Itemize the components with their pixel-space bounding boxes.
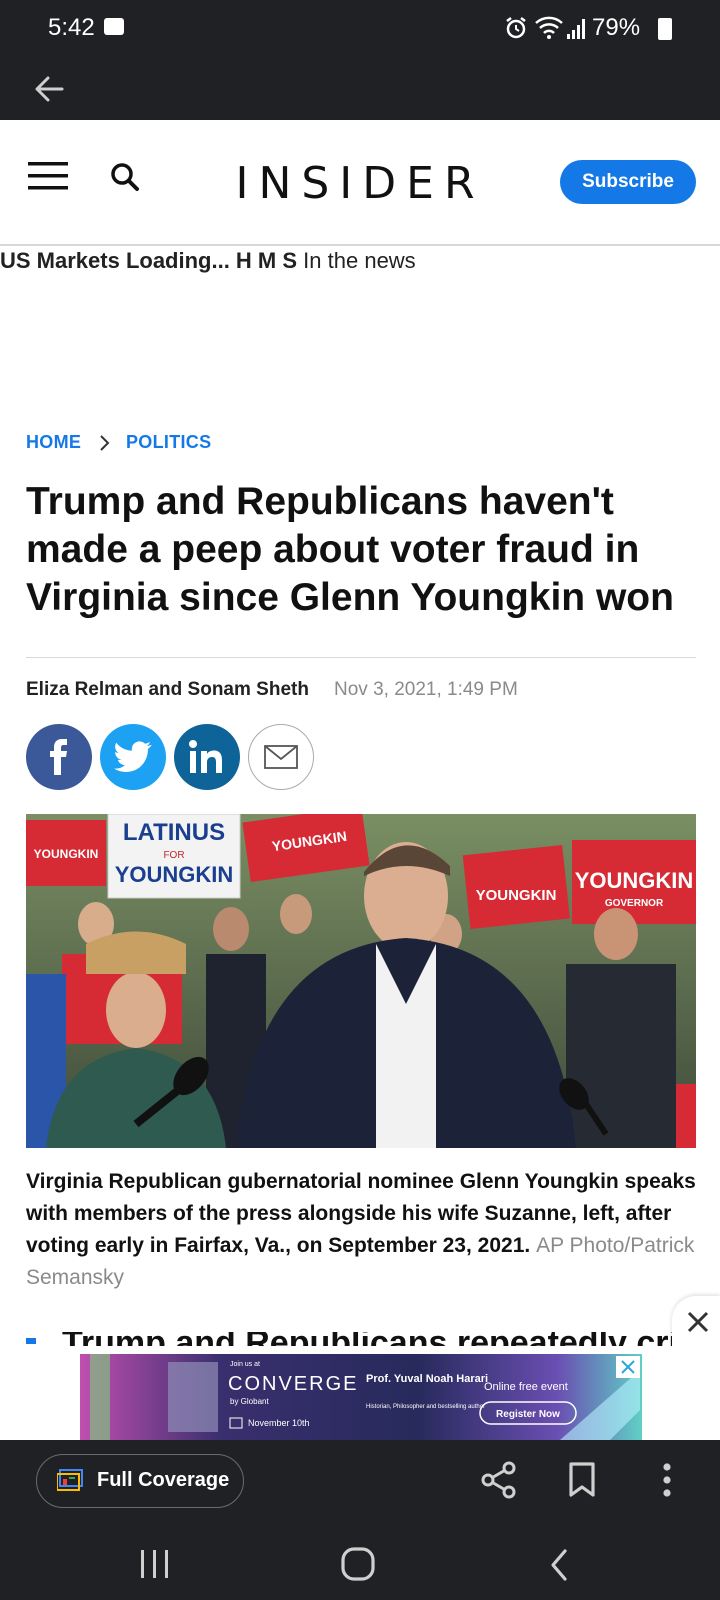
article-photo: LATINUS FOR YOUNGKIN YOUNGKIN GOVERNOR Y… [26, 814, 696, 1148]
battery-icon [658, 18, 672, 40]
ad-join-text: Join us at [230, 1361, 260, 1368]
article-date: Nov 3, 2021, 1:49 PM [334, 679, 518, 700]
home-icon[interactable] [340, 1546, 376, 1582]
ad-speaker: Prof. Yuval Noah Harari [366, 1373, 488, 1385]
markets-status: US Markets Loading... H M S [0, 248, 298, 273]
more-options-icon[interactable] [660, 1462, 674, 1498]
facebook-icon [50, 739, 67, 775]
bullet-marker [26, 1338, 36, 1344]
wifi-icon [535, 16, 563, 39]
divider [26, 657, 696, 658]
ad-event: Online free event [484, 1381, 568, 1393]
system-nav-bar [0, 1526, 720, 1600]
bottom-action-bar: Full Coverage [0, 1440, 720, 1526]
back-nav-icon[interactable] [548, 1548, 570, 1582]
email-share-button[interactable] [248, 724, 314, 790]
sign-for: FOR [163, 850, 184, 861]
in-the-news-link[interactable]: In the news [303, 248, 416, 273]
article-authors[interactable]: Eliza Relman and Sonam Sheth [26, 679, 309, 701]
share-icon[interactable] [480, 1460, 518, 1500]
breadcrumb-politics[interactable]: POLITICS [126, 432, 211, 453]
status-time: 5:42 [48, 14, 95, 41]
linkedin-share-button[interactable] [174, 724, 240, 790]
battery-percent: 79% [592, 14, 641, 41]
status-bar: 5:42 79% [0, 0, 720, 58]
twitter-icon [114, 741, 152, 772]
sign-youngkin-1: YOUNGKIN [115, 862, 234, 887]
sign-governor: GOVERNOR [605, 898, 664, 909]
ad-date: November 10th [248, 1418, 310, 1428]
ad-cta[interactable]: Register Now [496, 1409, 560, 1420]
close-icon[interactable] [686, 1310, 710, 1334]
bookmark-icon[interactable] [568, 1462, 596, 1498]
ad-dismiss-tab[interactable] [672, 1296, 720, 1348]
full-coverage-label: Full Coverage [97, 1469, 230, 1491]
article-headline: Trump and Republicans haven't made a pee… [26, 480, 674, 619]
sign-youngkin-2: YOUNGKIN [575, 868, 694, 893]
twitter-share-button[interactable] [100, 724, 166, 790]
sign-latinus: LATINUS [123, 819, 225, 846]
markets-ticker: US Markets Loading... H M S In the news [0, 248, 416, 274]
photo-caption: Virginia Republican gubernatorial nomine… [26, 1166, 696, 1294]
ad-brand: CONVERGE [228, 1373, 358, 1395]
facebook-share-button[interactable] [26, 724, 92, 790]
breadcrumb-home[interactable]: HOME [26, 432, 81, 453]
full-coverage-button[interactable]: Full Coverage [36, 1454, 244, 1508]
notification-icon [104, 18, 124, 35]
app-bar [0, 58, 720, 120]
full-coverage-icon [57, 1469, 83, 1491]
sign-youngkin-3: YOUNGKIN [476, 887, 557, 904]
sign-youngkin-4: YOUNGKIN [34, 847, 99, 861]
alarm-icon [506, 17, 526, 39]
next-heading-text: Trump and Republicans repeatedly cried [62, 1332, 696, 1346]
ad-banner[interactable]: Join us at CONVERGE by Globant November … [80, 1354, 642, 1440]
subscribe-button[interactable]: Subscribe [560, 160, 696, 204]
signal-icon [567, 19, 585, 39]
mail-icon [264, 745, 298, 769]
linkedin-icon [189, 740, 222, 773]
ad-speaker-desc: Historian, Philosopher and bestselling a… [366, 1404, 485, 1410]
site-header: INSIDER Subscribe [0, 120, 720, 246]
ad-by: by Globant [230, 1397, 269, 1406]
back-arrow-icon[interactable] [32, 72, 66, 106]
next-section-heading: Trump and Republicans repeatedly cried [26, 1332, 696, 1346]
chevron-right-icon [100, 435, 110, 451]
recent-apps-icon[interactable] [138, 1548, 172, 1580]
